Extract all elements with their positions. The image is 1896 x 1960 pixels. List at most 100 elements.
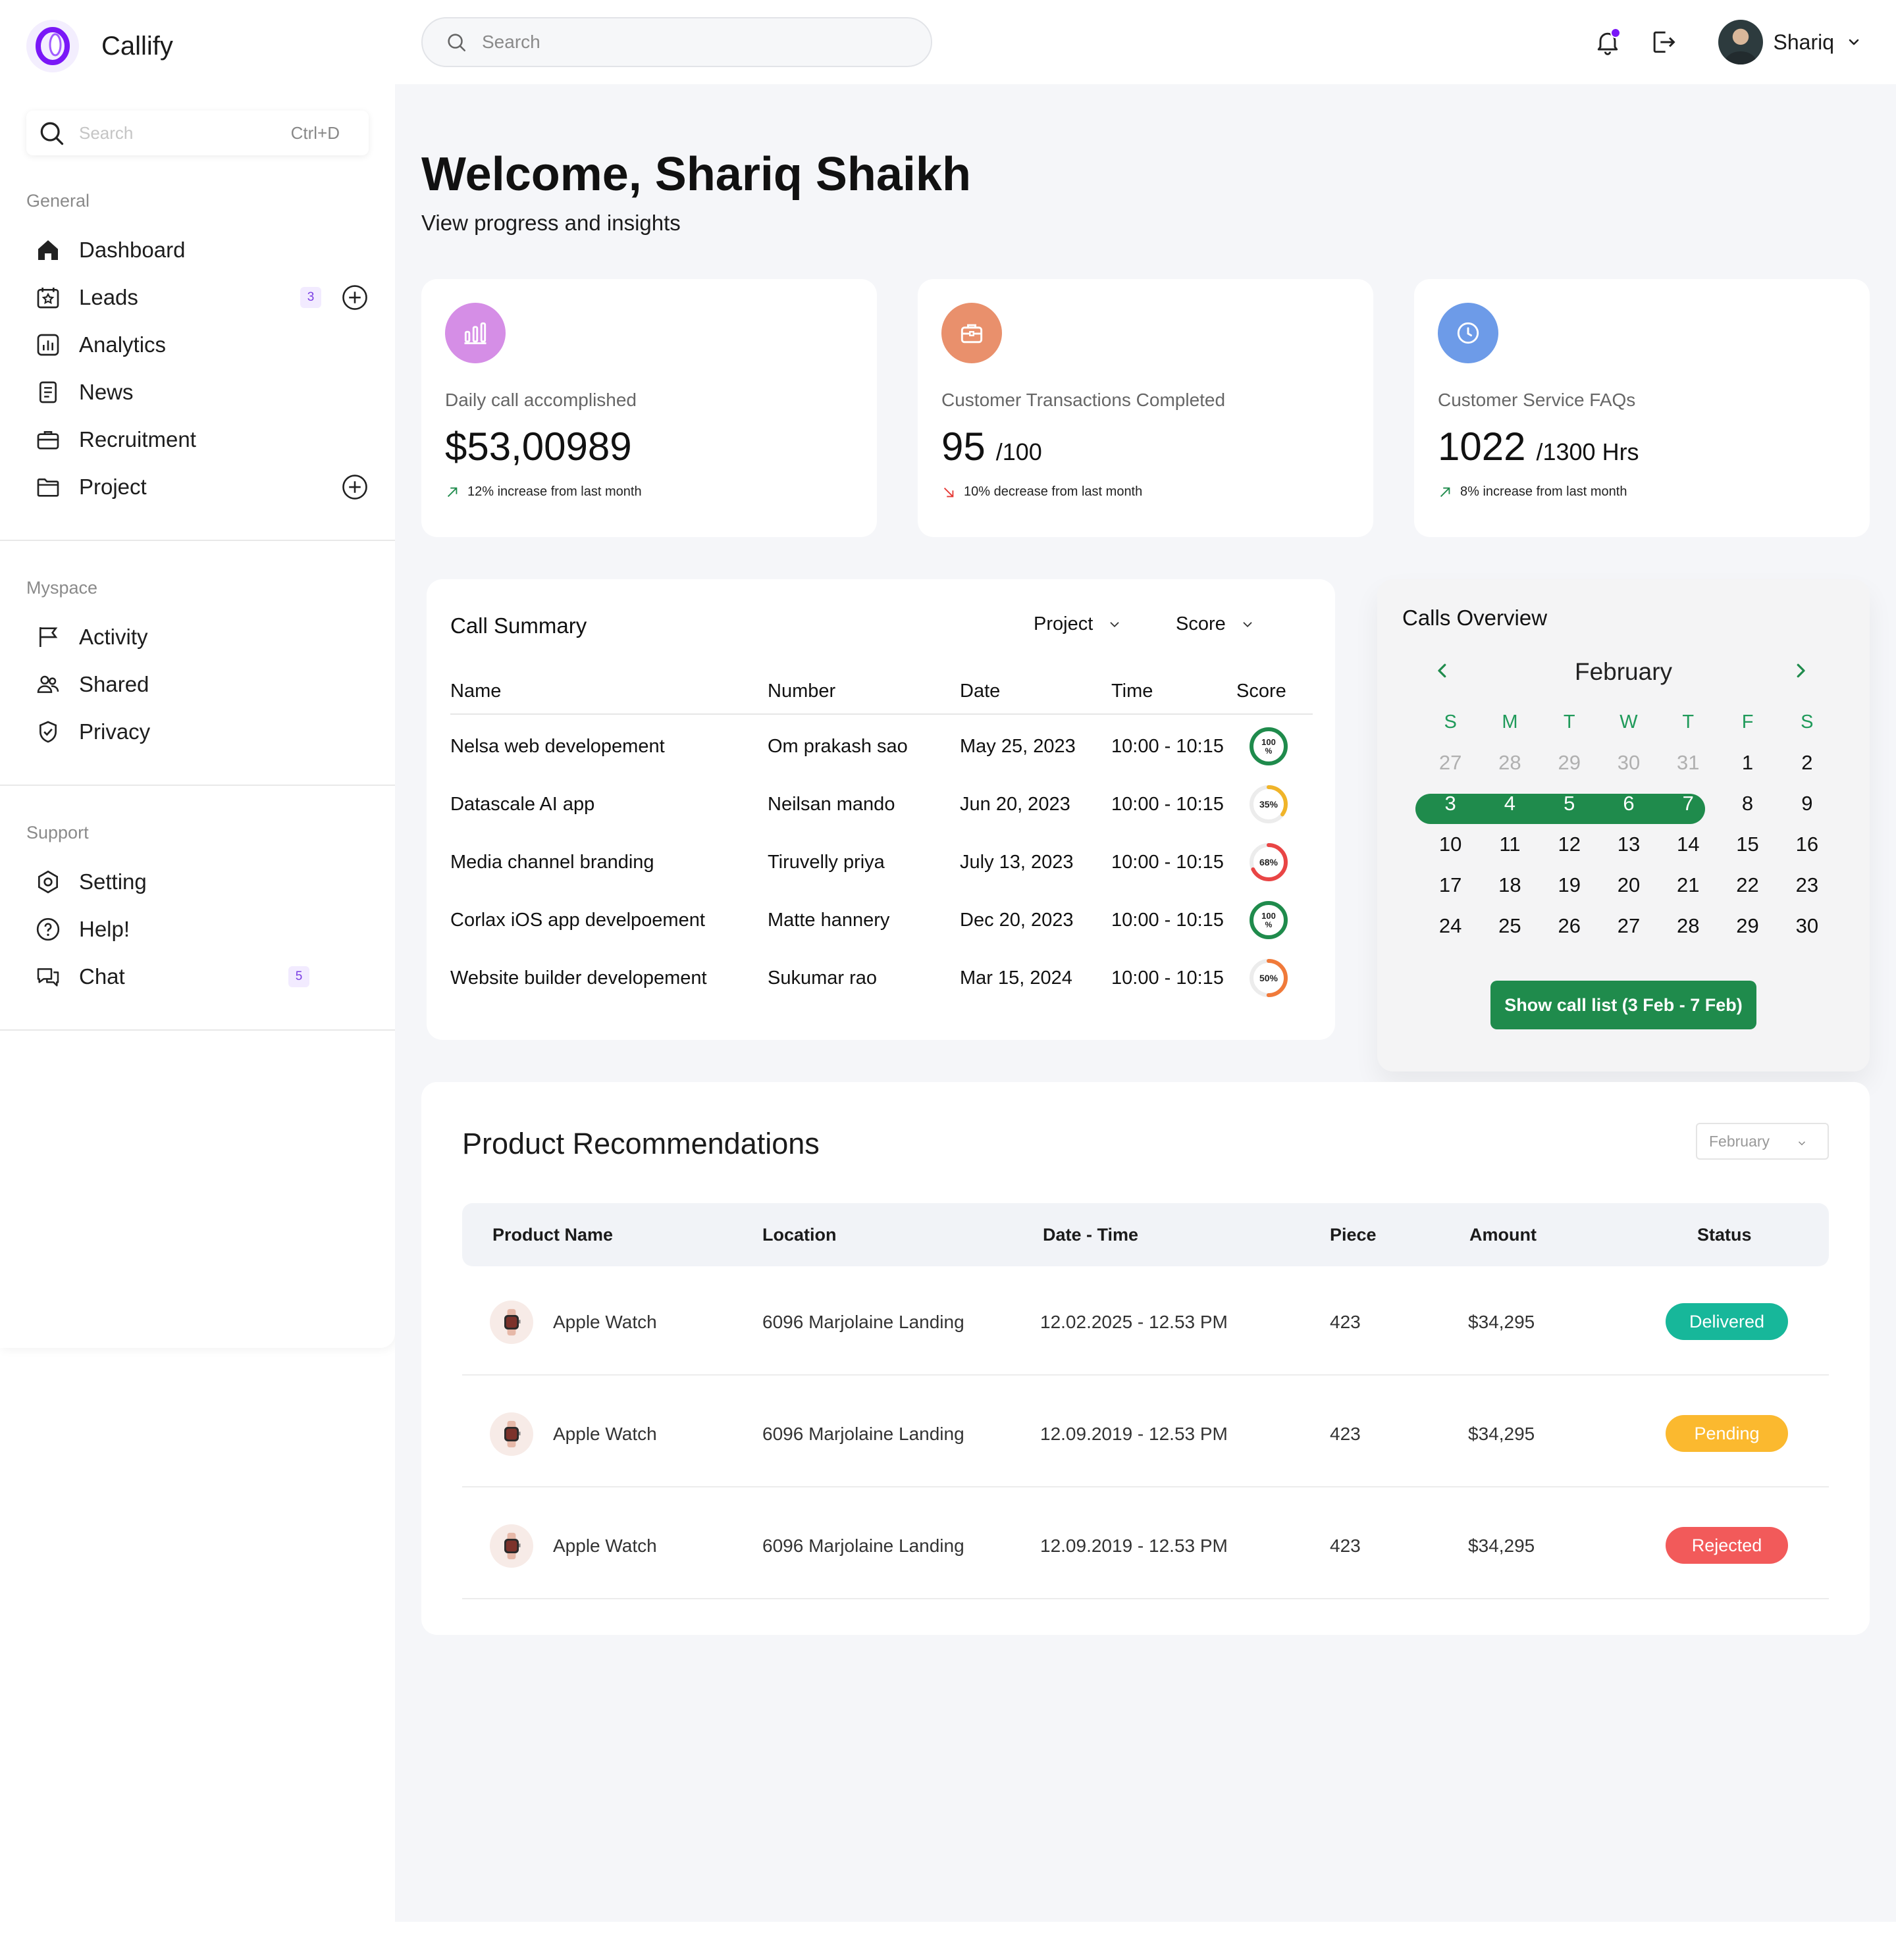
- table-row[interactable]: Media channel branding Tiruvelly priya Jul…: [450, 833, 1313, 891]
- chevron-down-icon: [1798, 1141, 1806, 1146]
- sidebar-item-privacy[interactable]: Privacy: [33, 712, 369, 752]
- calendar-week: 27 28 29 30 31 1 2: [1421, 742, 1837, 783]
- calendar-day[interactable]: 24: [1421, 906, 1480, 946]
- calendar-day[interactable]: 20: [1599, 865, 1658, 906]
- calendar-day[interactable]: 8: [1718, 783, 1777, 824]
- sidebar-item-leads[interactable]: Leads 3: [33, 278, 369, 317]
- calendar-day[interactable]: 31: [1658, 742, 1718, 783]
- sidebar-item-recruitment[interactable]: Recruitment: [33, 420, 369, 459]
- calendar-day[interactable]: 21: [1658, 865, 1718, 906]
- calendar-day[interactable]: 12: [1540, 824, 1599, 865]
- calendar-day[interactable]: 28: [1658, 906, 1718, 946]
- user-menu[interactable]: Shariq: [1718, 20, 1862, 64]
- calendar-day[interactable]: 29: [1540, 742, 1599, 783]
- calendar-day[interactable]: 23: [1778, 865, 1837, 906]
- table-row[interactable]: Datascale AI app Neilsan mando Jun 20, 202…: [450, 775, 1313, 833]
- sidebar-item-help[interactable]: Help!: [33, 910, 369, 949]
- show-call-list-button[interactable]: Show call list (3 Feb - 7 Feb): [1490, 981, 1756, 1029]
- calendar-day[interactable]: 14: [1658, 824, 1718, 865]
- svg-text:50%: 50%: [1259, 973, 1278, 983]
- chevron-left-icon[interactable]: [1433, 661, 1452, 681]
- sidebar-item-news[interactable]: News: [33, 373, 369, 412]
- chat-count-badge: 5: [288, 966, 309, 987]
- sidebar-item-chat[interactable]: Chat 5: [33, 957, 369, 996]
- calendar-day[interactable]: 6: [1599, 783, 1658, 824]
- sidebar-item-label: Help!: [79, 917, 130, 941]
- calendar-day[interactable]: 28: [1480, 742, 1539, 783]
- calendar-day[interactable]: 11: [1480, 824, 1539, 865]
- brand-name: Callify: [101, 31, 173, 61]
- chevron-right-icon[interactable]: [1791, 661, 1810, 681]
- sidebar-item-activity[interactable]: Activity: [33, 617, 369, 657]
- stat-label: Daily call accomplished: [445, 390, 637, 410]
- table-row[interactable]: Apple Watch 6096 Marjolaine Landing 12.0…: [462, 1381, 1829, 1487]
- calendar-day[interactable]: 1: [1718, 742, 1777, 783]
- month-select[interactable]: February: [1696, 1123, 1829, 1160]
- calendar-day[interactable]: 29: [1718, 906, 1777, 946]
- calendar-day[interactable]: 22: [1718, 865, 1777, 906]
- calendar-day[interactable]: 3: [1421, 783, 1480, 824]
- table-row[interactable]: Apple Watch 6096 Marjolaine Landing 12.0…: [462, 1493, 1829, 1599]
- shield-icon: [33, 717, 63, 747]
- sidebar-item-shared[interactable]: Shared: [33, 665, 369, 704]
- calendar-day[interactable]: 7: [1658, 783, 1718, 824]
- calendar-day[interactable]: 15: [1718, 824, 1777, 865]
- briefcase-icon: [33, 425, 63, 455]
- calendar-day[interactable]: 25: [1480, 906, 1539, 946]
- calendar-day[interactable]: 18: [1480, 865, 1539, 906]
- brand[interactable]: Callify: [26, 20, 173, 72]
- calendar-day[interactable]: 17: [1421, 865, 1480, 906]
- calendar-day[interactable]: 4: [1480, 783, 1539, 824]
- sidebar-item-project[interactable]: Project: [33, 467, 369, 507]
- call-summary-card: Call Summary Project Score Name Number D…: [427, 579, 1335, 1040]
- status-badge: Rejected: [1666, 1527, 1788, 1564]
- sidebar-item-setting[interactable]: Setting: [33, 862, 369, 902]
- cell-amount: $34,295: [1468, 1535, 1535, 1556]
- calendar-day[interactable]: 5: [1540, 783, 1599, 824]
- svg-text:100: 100: [1261, 911, 1276, 921]
- calendar-day[interactable]: 9: [1778, 783, 1837, 824]
- cell-date: May 25, 2023: [960, 735, 1076, 757]
- calendar-grid: S M T W T F S 27 28 29 30 31 1 2 3 4 5 6 7 8 9 10 11 12 13 14 15 16…: [1415, 702, 1837, 946]
- sidebar-item-label: Chat: [79, 964, 125, 989]
- calendar-day[interactable]: 19: [1540, 865, 1599, 906]
- sidebar-item-analytics[interactable]: Analytics: [33, 325, 369, 365]
- stat-value: $53,00989: [445, 424, 632, 469]
- add-project-icon[interactable]: [341, 473, 369, 501]
- table-row[interactable]: Apple Watch 6096 Marjolaine Landing 12.0…: [462, 1269, 1829, 1376]
- table-row[interactable]: Corlax iOS app develpoement Matte hannery…: [450, 891, 1313, 949]
- weekday-label: S: [1801, 711, 1814, 733]
- calendar-day[interactable]: 26: [1540, 906, 1599, 946]
- calendar-day[interactable]: 27: [1599, 906, 1658, 946]
- table-row[interactable]: Website builder developement Sukumar rao M…: [450, 949, 1313, 1007]
- global-search-input[interactable]: Search: [421, 17, 932, 67]
- logout-button[interactable]: [1643, 22, 1683, 62]
- sidebar-search-input[interactable]: Search Ctrl+D: [26, 111, 369, 155]
- gear-icon: [33, 867, 63, 897]
- project-filter-dropdown[interactable]: Project: [1034, 613, 1122, 635]
- column-header: Product Name: [492, 1225, 614, 1245]
- users-icon: [33, 669, 63, 700]
- calendar-day[interactable]: 2: [1778, 742, 1837, 783]
- table-row[interactable]: Nelsa web developement Om prakash sao May …: [450, 717, 1313, 775]
- sidebar-item-dashboard[interactable]: Dashboard: [33, 230, 369, 270]
- add-lead-icon[interactable]: [341, 284, 369, 311]
- notifications-button[interactable]: [1588, 22, 1627, 62]
- calendar-day[interactable]: 13: [1599, 824, 1658, 865]
- calendar-day[interactable]: 30: [1778, 906, 1837, 946]
- bar-chart-icon: [445, 303, 506, 363]
- column-header: Location: [762, 1225, 837, 1245]
- calendar-day[interactable]: 30: [1599, 742, 1658, 783]
- sidebar-item-label: News: [79, 380, 134, 404]
- stat-card-transactions: Customer Transactions Completed 95 /100 …: [918, 279, 1373, 537]
- chevron-down-icon: [1849, 39, 1859, 45]
- score-filter-dropdown[interactable]: Score: [1176, 613, 1255, 635]
- cell-number: Sukumar rao: [768, 967, 878, 989]
- column-header: Time: [1111, 681, 1153, 702]
- calendar-day[interactable]: 16: [1778, 824, 1837, 865]
- calendar-day[interactable]: 27: [1421, 742, 1480, 783]
- calendar-day[interactable]: 10: [1421, 824, 1480, 865]
- cell-name: Website builder developement: [450, 967, 707, 989]
- cell-date: Mar 15, 2024: [960, 967, 1072, 989]
- cell-name: Corlax iOS app develpoement: [450, 909, 705, 931]
